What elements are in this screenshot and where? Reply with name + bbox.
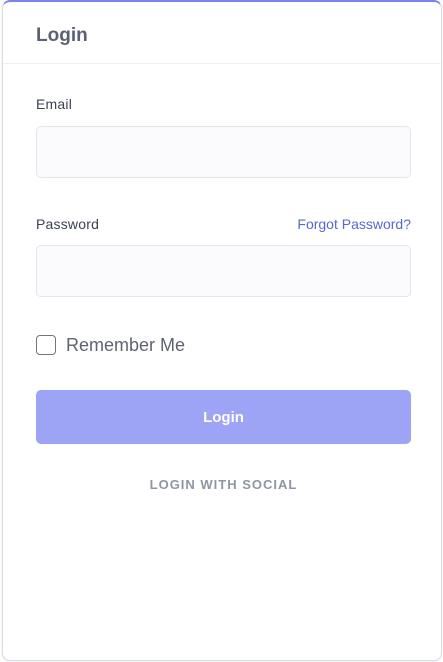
password-input[interactable] [36,245,411,297]
email-label: Email [36,96,73,112]
email-input[interactable] [36,126,411,178]
card-header: Login [3,2,441,64]
remember-me-checkbox[interactable] [36,335,56,355]
remember-me-label[interactable]: Remember Me [66,335,185,356]
email-label-row: Email [36,96,411,114]
password-label-row: Password Forgot Password? [36,215,411,233]
login-form: Email Password Forgot Password? Remember… [3,96,441,492]
forgot-password-link[interactable]: Forgot Password? [297,216,411,232]
page-title: Login [36,25,88,46]
password-label: Password [36,216,100,232]
login-button[interactable]: Login [36,390,411,444]
remember-me-row[interactable]: Remember Me [36,334,411,356]
login-with-social-link[interactable]: LOGIN WITH SOCIAL [36,477,411,492]
login-card: Login Email Password Forgot Password? Re… [2,0,442,661]
